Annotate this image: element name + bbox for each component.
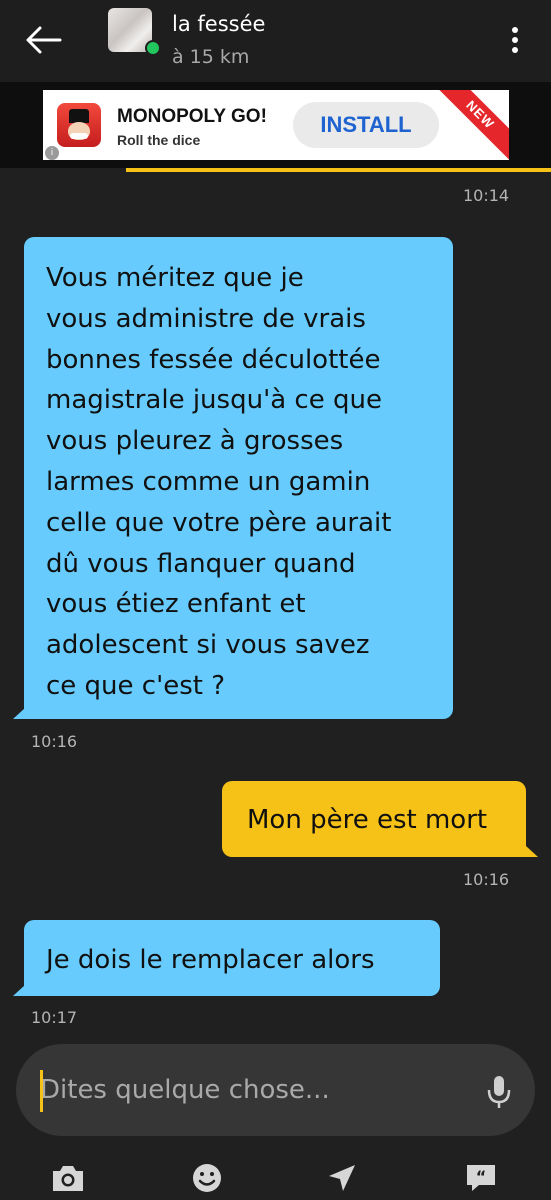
bubble-tail [13,708,25,719]
svg-text:“: “ [476,1167,487,1186]
chat-header: la fessée à 15 km [0,0,551,82]
message-time: 10:14 [463,186,510,205]
send-location-button[interactable] [324,1162,360,1194]
incoming-message-bubble[interactable]: Je dois le remplacer alors [24,920,440,996]
camera-button[interactable] [50,1162,86,1194]
message-time: 10:16 [31,732,78,751]
ad-subtitle: Roll the dice [117,132,201,148]
message-text: Je dois le remplacer alors [46,945,375,975]
ad-title: MONOPOLY GO! [117,106,267,127]
contact-name[interactable]: la fessée [172,12,265,36]
ad-choices-icon[interactable]: i [45,146,59,160]
outgoing-message-bubble[interactable]: Mon père est mort [222,781,526,857]
saved-phrases-button[interactable]: “ [463,1162,499,1194]
ad-new-ribbon: NEW [433,90,509,160]
monopoly-app-icon [57,103,101,147]
message-text: Vous méritez que je vous administre de v… [46,263,392,701]
incoming-message-bubble[interactable]: Vous méritez que je vous administre de v… [24,237,453,719]
message-text: Mon père est mort [247,805,488,835]
ad-banner[interactable]: MONOPOLY GO! Roll the dice INSTALL NEW [43,90,509,160]
overflow-menu-button[interactable] [500,22,530,58]
message-time: 10:16 [463,870,510,889]
message-input[interactable] [40,1066,460,1114]
emoji-icon [193,1164,221,1192]
contact-distance: à 15 km [172,46,250,68]
text-cursor [40,1070,43,1112]
arrow-left-icon [26,26,62,54]
back-button[interactable] [22,22,64,58]
message-time: 10:17 [31,1008,78,1027]
ad-install-button[interactable]: INSTALL [293,102,439,148]
send-location-icon [329,1165,355,1191]
emoji-button[interactable] [189,1162,225,1194]
ad-strip: MONOPOLY GO! Roll the dice INSTALL NEW [0,82,551,168]
more-vertical-icon [512,27,518,53]
camera-icon [53,1166,83,1191]
saved-phrases-icon: “ [467,1165,495,1191]
voice-input-button[interactable] [486,1074,512,1110]
online-status-dot [145,40,161,56]
microphone-icon [487,1076,511,1108]
bubble-tail [13,985,25,996]
message-composer [16,1044,535,1136]
outgoing-bubble-partial[interactable] [126,168,551,172]
bubble-tail [526,846,538,857]
